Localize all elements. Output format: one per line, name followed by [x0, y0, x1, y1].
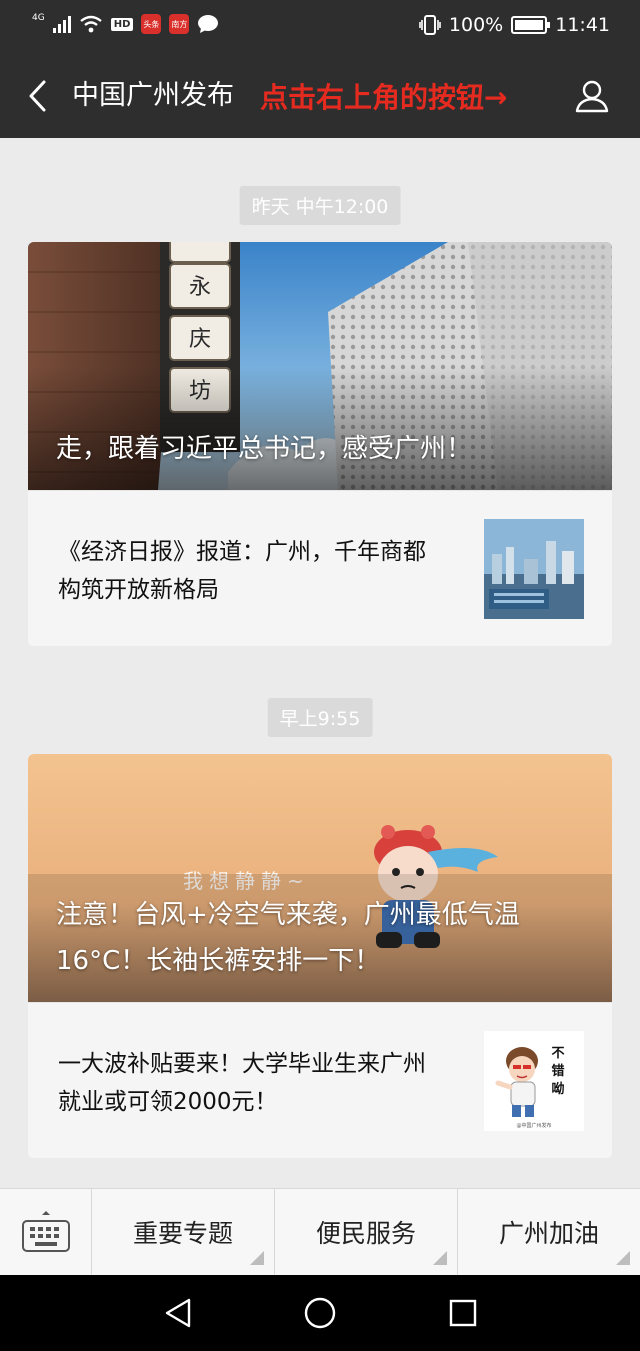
page-title: 中国广州发布 — [72, 80, 234, 111]
profile-button[interactable] — [572, 76, 612, 116]
hero-article[interactable]: 永 庆 坊 走，跟着习近平总书记，感受广州！ — [28, 242, 612, 490]
status-right: 100% 11:41 — [419, 14, 610, 36]
article-title: 一大波补贴要来！大学毕业生来广州就业或可领2000元！ — [58, 1051, 426, 1115]
thumb-caption-char-3: 呦 — [551, 1081, 564, 1097]
square-recents-icon — [449, 1299, 477, 1327]
thumb-caption-char-2: 错 — [551, 1063, 564, 1079]
back-button[interactable] — [18, 76, 58, 116]
timestamp: 早上9:55 — [267, 698, 373, 737]
signal-icon — [52, 15, 71, 33]
status-left: 4G HD 头条 南方 — [32, 13, 219, 34]
keyboard-toggle-button[interactable] — [0, 1189, 92, 1275]
triangle-back-icon — [165, 1298, 191, 1328]
system-nav-bar — [0, 1275, 640, 1351]
menu-item-label: 重要专题 — [132, 1219, 233, 1248]
overlay-hint-text: 点击右上角的按钮→ — [260, 81, 508, 114]
status-bar: 4G HD 头条 南方 100% 11:41 — [0, 0, 640, 54]
toutiao-app-icon: 头条 — [141, 14, 162, 34]
timestamp: 昨天 中午12:00 — [239, 186, 401, 225]
back-arrow-icon — [29, 80, 46, 112]
hero-title: 走，跟着习近平总书记，感受广州！ — [56, 434, 473, 464]
nav-back-button[interactable] — [160, 1295, 196, 1331]
article-title: 《经济日报》报道：广州，千年商都构筑开放新格局 — [58, 539, 426, 603]
thumb-caption-char-1: 不 — [551, 1046, 564, 1061]
menu-item-public-services[interactable]: 便民服务 — [275, 1189, 458, 1275]
hd-badge: HD — [110, 17, 134, 31]
menu-item-label: 广州加油 — [498, 1219, 599, 1248]
nanfang-app-icon: 南方 — [169, 14, 190, 34]
article-list-item[interactable]: 一大波补贴要来！大学毕业生来广州就业或可领2000元！ 不 错 呦 @中国广州发… — [28, 1002, 612, 1158]
keyboard-icon — [21, 1211, 70, 1252]
nav-home-button[interactable] — [302, 1295, 338, 1331]
article-thumbnail: 不 错 呦 @中国广州发布 — [484, 1031, 584, 1131]
wifi-icon — [79, 15, 102, 33]
article-list-item[interactable]: 《经济日报》报道：广州，千年商都构筑开放新格局 — [28, 490, 612, 646]
hero-article[interactable]: 我想静静~ 注意！台风+冷空气来袭，广州最低气温16°C！长袖长裤安排一下！ — [28, 754, 612, 1002]
menu-item-guangzhou-jiayou[interactable]: 广州加油 — [458, 1189, 640, 1275]
message-icon — [198, 15, 219, 33]
person-icon — [575, 80, 609, 113]
title-bar: 中国广州发布 点击右上角的按钮→ — [0, 54, 640, 138]
bottom-menu: 重要专题 便民服务 广州加油 — [0, 1188, 640, 1275]
article-card: 永 庆 坊 走，跟着习近平总书记，感受广州！ 《经济日报》报道：广州，千年商都构… — [28, 242, 612, 646]
menu-item-featured-topics[interactable]: 重要专题 — [92, 1189, 275, 1275]
thumb-watermark: @中国广州发布 — [516, 1122, 551, 1129]
battery-icon — [511, 16, 551, 34]
vibrate-icon — [419, 15, 441, 35]
article-thumbnail — [484, 519, 584, 619]
submenu-corner-icon — [616, 1251, 630, 1265]
submenu-corner-icon — [433, 1251, 447, 1265]
battery-percent: 100% — [448, 14, 504, 36]
submenu-corner-icon — [250, 1251, 264, 1265]
menu-item-label: 便民服务 — [315, 1219, 416, 1248]
clock: 11:41 — [555, 14, 610, 36]
article-card: 我想静静~ 注意！台风+冷空气来袭，广州最低气温16°C！长袖长裤安排一下！ 一… — [28, 754, 612, 1158]
network-type: 4G — [32, 13, 45, 23]
nav-recents-button[interactable] — [445, 1295, 481, 1331]
hero-title: 注意！台风+冷空气来袭，广州最低气温16°C！长袖长裤安排一下！ — [56, 900, 520, 976]
circle-home-icon — [304, 1297, 336, 1329]
